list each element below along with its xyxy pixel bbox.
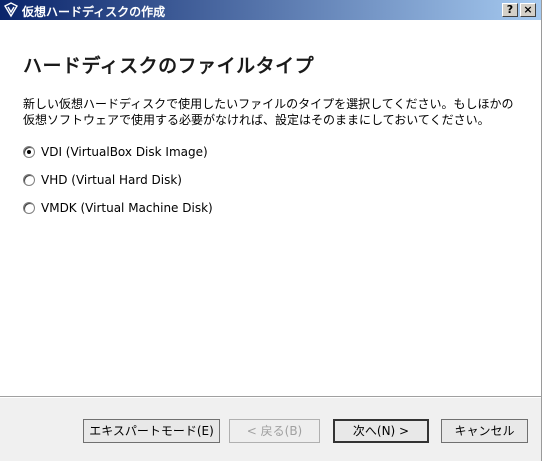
option-vmdk[interactable]: VMDK (Virtual Machine Disk): [23, 200, 213, 216]
window-title: 仮想ハードディスクの作成: [22, 5, 166, 19]
radio-button-vhd[interactable]: [23, 174, 35, 186]
help-button[interactable]: ?: [502, 3, 518, 17]
description: 新しい仮想ハードディスクで使用したいファイルのタイプを選択してください。もしほか…: [23, 96, 523, 128]
expert-mode-button[interactable]: エキスパートモード(E): [83, 419, 220, 443]
next-button[interactable]: 次へ(N) >: [333, 419, 429, 443]
description-line: 仮想ソフトウェアで使用する必要がなければ、設定はそのままにしておいてください。: [23, 113, 490, 127]
description-line: 新しい仮想ハードディスクで使用したいファイルのタイプを選択してください。もしほか…: [23, 97, 514, 111]
dialog-window: 仮想ハードディスクの作成 ? × ハードディスクのファイルタイプ 新しい仮想ハー…: [0, 0, 542, 461]
page-title: ハードディスクのファイルタイプ: [23, 55, 315, 77]
cancel-button[interactable]: キャンセル: [441, 419, 528, 443]
virtualbox-icon: [4, 2, 18, 18]
option-label: VHD (Virtual Hard Disk): [41, 173, 182, 187]
option-label: VDI (VirtualBox Disk Image): [41, 145, 208, 159]
option-vhd[interactable]: VHD (Virtual Hard Disk): [23, 172, 182, 188]
option-vdi[interactable]: VDI (VirtualBox Disk Image): [23, 144, 208, 160]
option-label: VMDK (Virtual Machine Disk): [41, 201, 213, 215]
close-button[interactable]: ×: [520, 3, 536, 17]
radio-button-vmdk[interactable]: [23, 202, 35, 214]
wizard-content: ハードディスクのファイルタイプ 新しい仮想ハードディスクで使用したいファイルのタ…: [0, 20, 541, 396]
button-bar: エキスパートモード(E) < 戻る(B) 次へ(N) > キャンセル: [0, 398, 541, 461]
radio-button-vdi[interactable]: [23, 146, 35, 158]
title-bar[interactable]: 仮想ハードディスクの作成 ? ×: [0, 0, 541, 20]
back-button[interactable]: < 戻る(B): [229, 419, 320, 443]
